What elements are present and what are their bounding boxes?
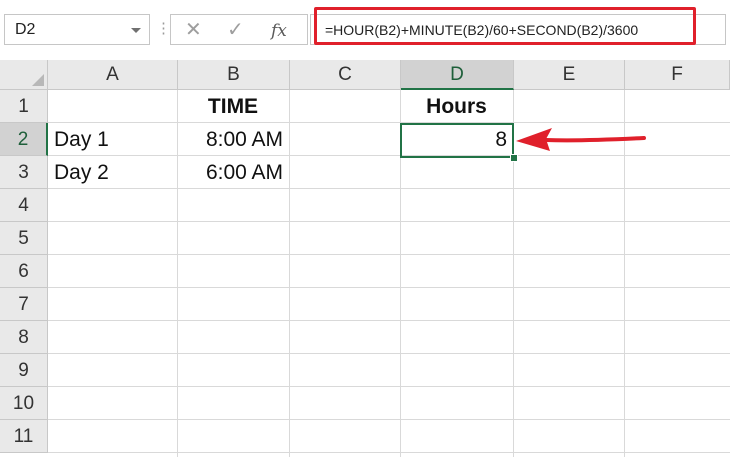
gridline bbox=[48, 452, 730, 453]
select-all-triangle-icon bbox=[32, 74, 44, 86]
row-header-10[interactable]: 10 bbox=[0, 387, 48, 420]
cell-a3[interactable]: Day 2 bbox=[48, 156, 177, 189]
select-all-button[interactable] bbox=[0, 60, 48, 90]
row-header-4[interactable]: 4 bbox=[0, 189, 48, 222]
column-header-e[interactable]: E bbox=[514, 60, 625, 90]
gridline bbox=[289, 90, 290, 457]
row-header-2[interactable]: 2 bbox=[0, 123, 48, 156]
formula-bar-area: D2 ⋮ ✕ ✓ fx =HOUR(B2)+MINUTE(B2)/60+SECO… bbox=[0, 0, 730, 61]
annotation-arrow-icon bbox=[516, 128, 646, 151]
worksheet-grid[interactable]: TIME Hours Day 1 8:00 AM 8 Day 2 6:00 AM bbox=[48, 90, 730, 457]
row-header-6[interactable]: 6 bbox=[0, 255, 48, 288]
column-header-a[interactable]: A bbox=[48, 60, 178, 90]
gridline bbox=[48, 386, 730, 387]
column-header-c[interactable]: C bbox=[290, 60, 401, 90]
column-header-f[interactable]: F bbox=[625, 60, 730, 90]
name-box[interactable]: D2 bbox=[4, 14, 150, 45]
cancel-icon[interactable]: ✕ bbox=[185, 17, 202, 43]
cell-d1[interactable]: Hours bbox=[400, 90, 513, 123]
cell-b1[interactable]: TIME bbox=[177, 90, 289, 123]
formula-buttons: ✕ ✓ fx bbox=[170, 14, 308, 45]
row-header-3[interactable]: 3 bbox=[0, 156, 48, 189]
row-header-8[interactable]: 8 bbox=[0, 321, 48, 354]
cell-a2[interactable]: Day 1 bbox=[48, 123, 177, 156]
cell-b3[interactable]: 6:00 AM bbox=[177, 156, 289, 189]
formula-highlight-box bbox=[314, 7, 696, 45]
active-cell-border bbox=[400, 123, 514, 158]
row-header-9[interactable]: 9 bbox=[0, 354, 48, 387]
name-box-value: D2 bbox=[15, 21, 36, 38]
row-header-7[interactable]: 7 bbox=[0, 288, 48, 321]
fill-handle[interactable] bbox=[510, 154, 518, 162]
gridline bbox=[48, 419, 730, 420]
gridline bbox=[48, 353, 730, 354]
cell-b2[interactable]: 8:00 AM bbox=[177, 123, 289, 156]
formula-bar-grip-icon[interactable]: ⋮ bbox=[156, 19, 171, 39]
name-box-dropdown-icon[interactable] bbox=[131, 28, 141, 33]
insert-function-icon[interactable]: fx bbox=[271, 18, 287, 44]
gridline bbox=[48, 254, 730, 255]
gridline bbox=[48, 287, 730, 288]
column-header-d[interactable]: D bbox=[401, 60, 514, 90]
row-header-5[interactable]: 5 bbox=[0, 222, 48, 255]
gridline bbox=[48, 320, 730, 321]
column-header-b[interactable]: B bbox=[178, 60, 290, 90]
enter-icon[interactable]: ✓ bbox=[227, 17, 244, 43]
row-header-11[interactable]: 11 bbox=[0, 420, 48, 453]
gridline bbox=[48, 221, 730, 222]
row-header-1[interactable]: 1 bbox=[0, 90, 48, 123]
